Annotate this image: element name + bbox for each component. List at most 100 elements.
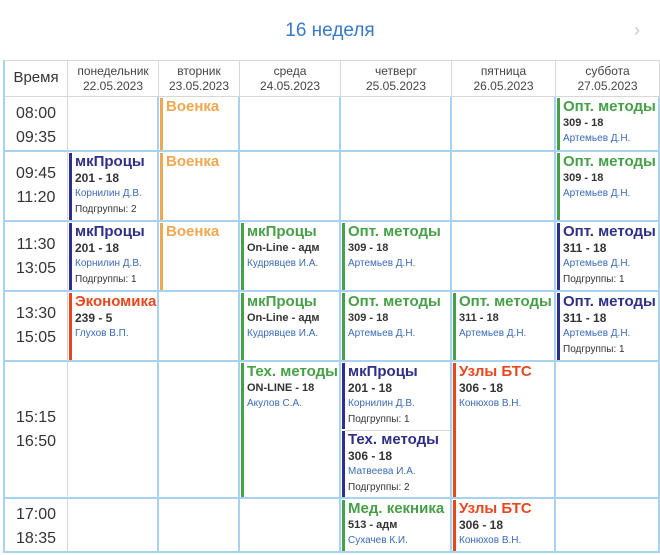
- slot-empty: [68, 499, 159, 553]
- chevron-right-icon[interactable]: ›: [634, 20, 640, 41]
- schedule-table: Время понедельник 22.05.2023 вторник 23.…: [3, 60, 660, 553]
- day-name: среда: [273, 64, 307, 78]
- lesson-card[interactable]: мкПроцы 201 - 18 Корнилин Д.В. Подгруппы…: [69, 153, 157, 220]
- lesson-card[interactable]: Опт. методы 309 - 18 Артемьев Д.Н.: [342, 223, 450, 290]
- lesson-teacher[interactable]: Кудрявцев И.А.: [247, 326, 339, 342]
- lesson-subject: Тех. методы: [348, 431, 439, 448]
- lesson-card[interactable]: Узлы БТС 306 - 18 Конюхов В.Н.: [453, 363, 554, 497]
- time-end: 11:20: [16, 189, 56, 206]
- slot-empty: [240, 97, 341, 152]
- lesson-teacher[interactable]: Акулов С.А.: [247, 396, 339, 412]
- time-start: 15:15: [15, 409, 57, 426]
- lesson-subject: Военка: [166, 153, 220, 170]
- time-end: 13:05: [15, 260, 57, 277]
- lesson-teacher[interactable]: Артемьев Д.Н.: [459, 326, 554, 342]
- lesson-card[interactable]: Опт. методы 311 - 18 Артемьев Д.Н. Подгр…: [557, 223, 658, 290]
- lesson-room: 306 - 18: [459, 381, 504, 395]
- lesson-groups: Подгруппы: 2: [348, 482, 410, 493]
- lesson-subject: Опт. методы: [348, 223, 441, 240]
- lesson-teacher[interactable]: Конюхов В.Н.: [459, 533, 554, 549]
- day-date: 25.05.2023: [365, 79, 427, 93]
- lesson-room: On-Line - адм: [247, 312, 320, 324]
- lesson-groups: Подгруппы: 1: [348, 414, 410, 425]
- lesson-room: 311 - 18: [563, 311, 607, 325]
- lesson-subject: Узлы БТС: [459, 363, 532, 380]
- lesson-room: 513 - адм: [348, 519, 398, 531]
- lesson-card[interactable]: Опт. методы 311 - 18 Артемьев Д.Н. Подгр…: [557, 293, 658, 360]
- time-start: 17:00: [15, 506, 57, 523]
- lesson-teacher[interactable]: Артемьев Д.Н.: [563, 326, 658, 342]
- time-slot-5: 15:15 16:50: [5, 362, 68, 499]
- lesson-card[interactable]: мкПроцы On-Line - адм Кудрявцев И.А.: [241, 293, 339, 360]
- lesson-subject: Экономика: [75, 293, 157, 310]
- lesson-card[interactable]: Мед. кекника 513 - адм Сухачев К.И.: [342, 500, 450, 551]
- lesson-subject: мкПроцы: [247, 223, 317, 240]
- lesson-teacher[interactable]: Артемьев Д.Н.: [563, 186, 658, 202]
- time-slot-1: 08:00 09:35: [5, 97, 68, 152]
- day-header-saturday: суббота 27.05.2023: [556, 61, 660, 97]
- slot-empty: [159, 499, 240, 553]
- lesson-subject: Мед. кекника: [348, 500, 445, 517]
- lesson-teacher[interactable]: Глухов В.П.: [75, 326, 157, 342]
- lesson-card[interactable]: мкПроцы On-Line - адм Кудрявцев И.А.: [241, 223, 339, 290]
- lesson-card[interactable]: Тех. методы 306 - 18 Матвеева И.А. Подгр…: [342, 431, 450, 497]
- lesson-subject: Опт. методы: [563, 153, 656, 170]
- slot-empty: [68, 362, 159, 499]
- lesson-room: On-Line - адм: [247, 242, 320, 254]
- lesson-card[interactable]: Экономика 239 - 5 Глухов В.П.: [69, 293, 157, 360]
- day-name: пятница: [480, 64, 527, 78]
- lesson-teacher[interactable]: Матвеева И.А.: [348, 464, 450, 480]
- day-name: суббота: [585, 64, 630, 78]
- lesson-teacher[interactable]: Сухачев К.И.: [348, 533, 450, 549]
- time-start: 09:45: [15, 165, 57, 182]
- lesson-teacher[interactable]: Артемьев Д.Н.: [563, 256, 658, 272]
- lesson-subject: Опт. методы: [563, 98, 656, 115]
- slot-empty: [452, 222, 556, 292]
- lesson-teacher[interactable]: Корнилин Д.В.: [348, 396, 450, 412]
- lesson-room: 201 - 18: [75, 241, 120, 255]
- slot-empty: [556, 499, 660, 553]
- day-header-monday: понедельник 22.05.2023: [68, 61, 159, 97]
- lesson-card[interactable]: Узлы БТС 306 - 18 Конюхов В.Н.: [453, 500, 554, 551]
- time-end: 09:35: [15, 129, 57, 146]
- week-header: 16 неделя ›: [0, 0, 660, 60]
- lesson-subject: Опт. методы: [348, 293, 441, 310]
- lesson-card[interactable]: мкПроцы 201 - 18 Корнилин Д.В. Подгруппы…: [342, 363, 450, 429]
- lesson-card[interactable]: Военка: [160, 223, 238, 290]
- lesson-room: ON-LINE - 18: [247, 382, 315, 394]
- lesson-room: 309 - 18: [348, 242, 389, 254]
- lesson-card[interactable]: Опт. методы 309 - 18 Артемьев Д.Н.: [342, 293, 450, 360]
- lesson-room: 201 - 18: [348, 381, 393, 395]
- slot-empty: [341, 152, 452, 222]
- day-date: 23.05.2023: [168, 79, 230, 93]
- day-date: 22.05.2023: [82, 79, 144, 93]
- lesson-card[interactable]: Военка: [160, 153, 238, 220]
- lesson-teacher[interactable]: Корнилин Д.В.: [75, 256, 157, 272]
- slot-empty: [240, 499, 341, 553]
- lesson-teacher[interactable]: Артемьев Д.Н.: [348, 256, 450, 272]
- time-slot-6: 17:00 18:35: [5, 499, 68, 553]
- lesson-card[interactable]: Тех. методы ON-LINE - 18 Акулов С.А.: [241, 363, 339, 497]
- day-name: понедельник: [77, 64, 149, 78]
- lesson-teacher[interactable]: Артемьев Д.Н.: [348, 326, 450, 342]
- slot-empty: [341, 97, 452, 152]
- day-name: четверг: [375, 64, 417, 78]
- day-header-wednesday: среда 24.05.2023: [240, 61, 341, 97]
- lesson-subject: мкПроцы: [348, 363, 418, 380]
- lesson-groups: Подгруппы: 1: [75, 274, 137, 285]
- lesson-card[interactable]: Опт. методы 309 - 18 Артемьев Д.Н.: [557, 98, 658, 150]
- week-title: 16 неделя: [285, 20, 375, 41]
- lesson-teacher[interactable]: Корнилин Д.В.: [75, 186, 157, 202]
- lesson-room: 311 - 18: [563, 241, 607, 255]
- lesson-subject: мкПроцы: [75, 223, 145, 240]
- lesson-teacher[interactable]: Кудрявцев И.А.: [247, 256, 339, 272]
- lesson-card[interactable]: мкПроцы 201 - 18 Корнилин Д.В. Подгруппы…: [69, 223, 157, 290]
- lesson-card[interactable]: Опт. методы 309 - 18 Артемьев Д.Н.: [557, 153, 658, 220]
- lesson-room: 309 - 18: [563, 117, 604, 129]
- lesson-teacher[interactable]: Артемьев Д.Н.: [563, 131, 658, 147]
- lesson-card[interactable]: Опт. методы 311 - 18 Артемьев Д.Н.: [453, 293, 554, 360]
- lesson-teacher[interactable]: Конюхов В.Н.: [459, 396, 554, 412]
- lesson-card[interactable]: Военка: [160, 98, 238, 150]
- time-start: 08:00: [15, 105, 57, 122]
- lesson-subject: мкПроцы: [247, 293, 317, 310]
